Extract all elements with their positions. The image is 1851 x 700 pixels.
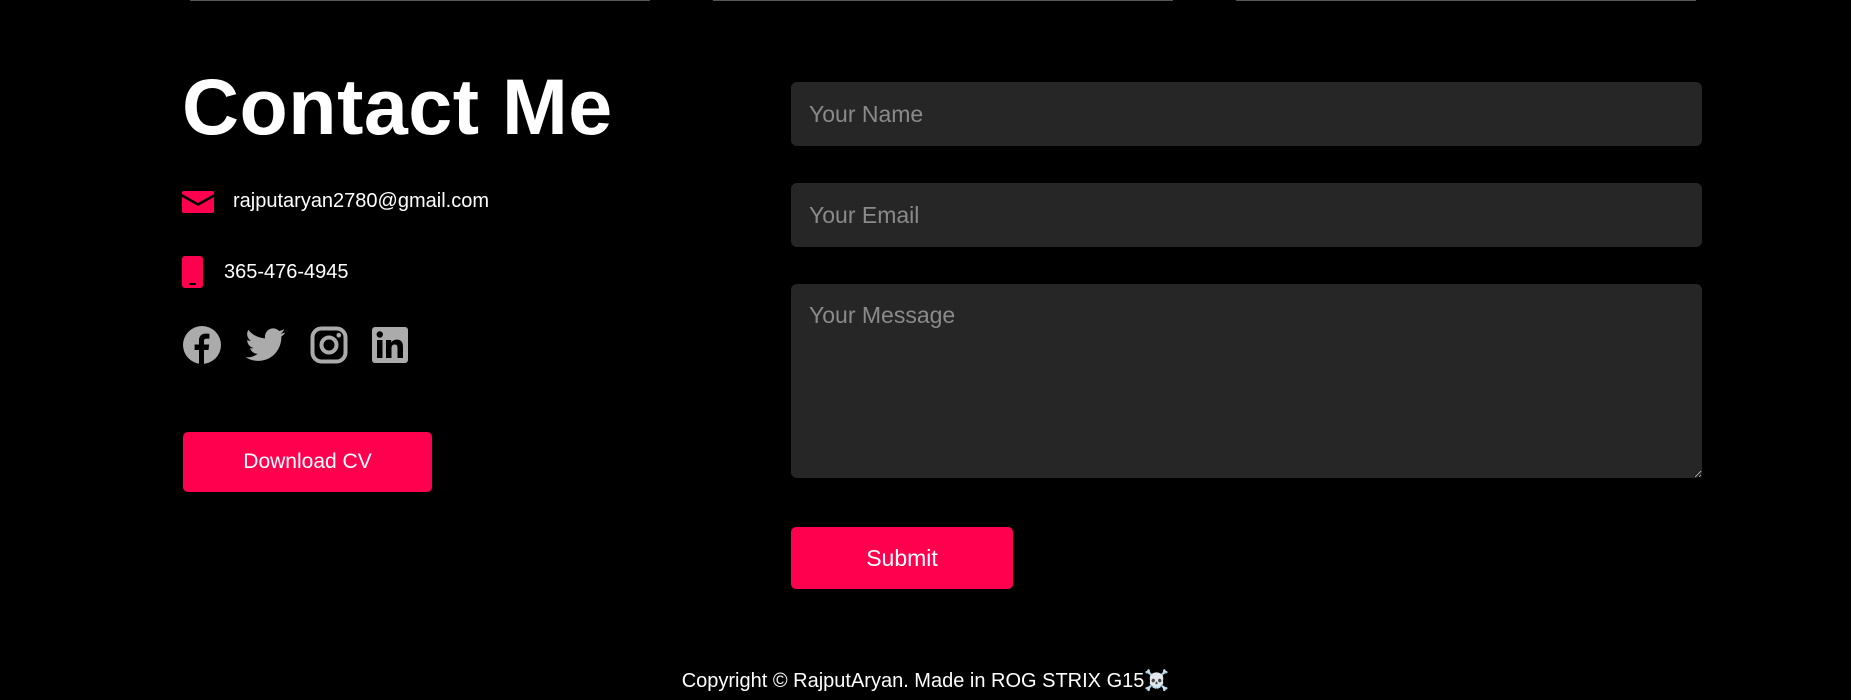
download-cv-button[interactable]: Download CV xyxy=(183,432,432,492)
linkedin-icon[interactable] xyxy=(372,327,408,363)
facebook-icon[interactable] xyxy=(182,325,222,365)
instagram-icon[interactable] xyxy=(310,326,348,364)
message-textarea[interactable] xyxy=(791,284,1702,478)
phone-text: 365-476-4945 xyxy=(224,260,349,283)
name-input[interactable] xyxy=(791,82,1702,146)
envelope-icon xyxy=(182,190,214,213)
twitter-icon[interactable] xyxy=(245,328,286,362)
mobile-phone-icon xyxy=(182,256,203,288)
top-divider xyxy=(1236,0,1696,1)
email-text: rajputaryan2780@gmail.com xyxy=(233,190,489,212)
top-divider xyxy=(190,0,650,1)
email-input[interactable] xyxy=(791,183,1702,247)
footer-copyright: Copyright © RajputAryan. Made in ROG STR… xyxy=(681,670,1170,692)
contact-title: Contact Me xyxy=(182,62,613,151)
phone-row: 365-476-4945 xyxy=(182,256,349,288)
email-row: rajputaryan2780@gmail.com xyxy=(182,190,489,213)
top-divider xyxy=(713,0,1173,1)
submit-button[interactable]: Submit xyxy=(791,527,1013,589)
social-links xyxy=(182,325,432,365)
